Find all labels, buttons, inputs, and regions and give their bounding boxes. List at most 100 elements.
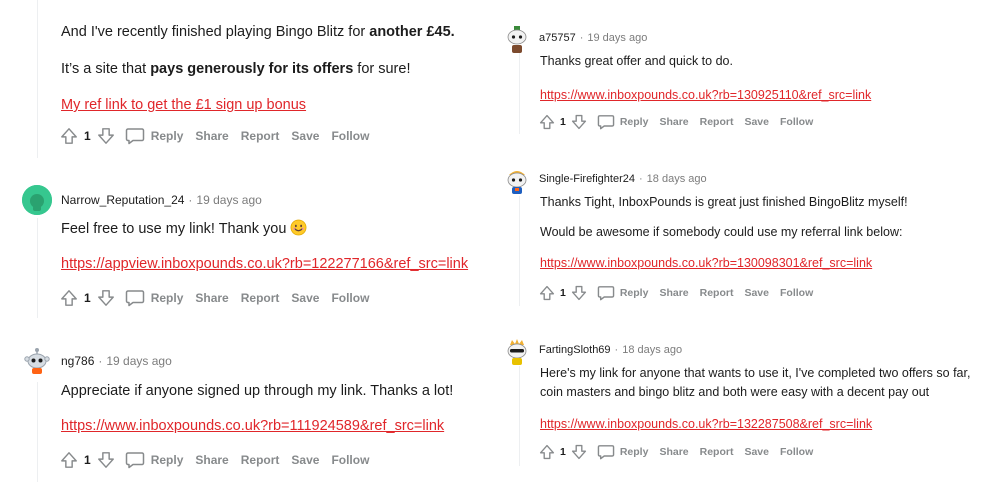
comment-bubble-icon <box>597 285 615 301</box>
share-button[interactable]: Share <box>195 453 228 467</box>
comment-body: Appreciate if anyone signed up through m… <box>61 381 453 435</box>
thread-line[interactable] <box>519 196 520 306</box>
share-button[interactable]: Share <box>659 116 688 128</box>
avatar[interactable] <box>22 346 52 376</box>
save-button[interactable]: Save <box>291 291 319 305</box>
username[interactable]: Narrow_Reputation_24 <box>61 193 184 207</box>
comment-bubble-icon <box>597 114 615 130</box>
vote-count: 1 <box>560 446 566 458</box>
report-button[interactable]: Report <box>241 453 280 467</box>
comment-text: And I've recently finished playing Bingo… <box>61 24 455 40</box>
username[interactable]: ng786 <box>61 354 94 368</box>
comment-text: Thanks Tight, InboxPounds is great just … <box>540 195 908 209</box>
report-button[interactable]: Report <box>241 291 280 305</box>
comment-text: It’s a site that pays generously for its… <box>61 61 411 77</box>
comment-text: Feel free to use my link! Thank you <box>61 219 468 239</box>
thread-line[interactable] <box>37 0 38 158</box>
comment: a75757 · 19 days ago <box>505 22 995 54</box>
comment-bubble-icon <box>125 127 145 145</box>
downvote-icon[interactable] <box>97 289 115 307</box>
upvote-icon[interactable] <box>60 451 78 469</box>
share-button[interactable]: Share <box>195 291 228 305</box>
follow-button[interactable]: Follow <box>780 116 813 128</box>
downvote-icon[interactable] <box>97 127 115 145</box>
ref-link[interactable]: https://www.inboxpounds.co.uk?rb=1300983… <box>540 256 872 270</box>
reply-button[interactable]: Reply <box>597 114 648 130</box>
thread-line[interactable] <box>519 52 520 134</box>
username[interactable]: FartingSloth69 <box>539 344 611 356</box>
avatar[interactable] <box>505 26 529 53</box>
comment-body: Feel free to use my link! Thank you http… <box>61 219 468 273</box>
ref-link[interactable]: https://appview.inboxpounds.co.uk?rb=122… <box>61 256 468 272</box>
downvote-icon[interactable] <box>97 451 115 469</box>
separator: · <box>614 344 619 356</box>
upvote-icon[interactable] <box>539 444 555 460</box>
vote-count: 1 <box>84 291 91 305</box>
follow-button[interactable]: Follow <box>780 446 813 458</box>
username[interactable]: Single-Firefighter24 <box>539 173 635 185</box>
thread-line[interactable] <box>519 366 520 466</box>
share-button[interactable]: Share <box>659 446 688 458</box>
reply-button[interactable]: Reply <box>597 444 648 460</box>
comment-actions: 1 Reply Share Report Save Follow <box>539 110 824 134</box>
separator: · <box>579 32 584 44</box>
comment-header: a75757 · 19 days ago <box>505 22 995 54</box>
thread-line[interactable] <box>37 382 38 482</box>
upvote-icon[interactable] <box>539 285 555 301</box>
reply-button[interactable]: Reply <box>125 127 183 145</box>
reply-button[interactable]: Reply <box>125 289 183 307</box>
follow-button[interactable]: Follow <box>331 291 369 305</box>
timestamp[interactable]: 19 days ago <box>587 32 647 44</box>
comment-header: FartingSloth69 · 18 days ago <box>505 334 995 366</box>
separator: · <box>639 173 643 185</box>
vote-control: 1 <box>539 114 587 130</box>
separator: · <box>98 354 103 368</box>
upvote-icon[interactable] <box>539 114 555 130</box>
ref-link[interactable]: https://www.inboxpounds.co.uk?rb=1322875… <box>540 417 872 431</box>
thread-line[interactable] <box>37 218 38 318</box>
avatar[interactable] <box>505 167 529 194</box>
share-button[interactable]: Share <box>195 129 228 143</box>
vote-control: 1 <box>539 444 587 460</box>
save-button[interactable]: Save <box>291 129 319 143</box>
comment: Narrow_Reputation_24 · 19 days ago <box>22 184 492 216</box>
downvote-icon[interactable] <box>571 444 587 460</box>
save-button[interactable]: Save <box>744 446 769 458</box>
follow-button[interactable]: Follow <box>780 287 813 299</box>
report-button[interactable]: Report <box>700 287 734 299</box>
vote-control: 1 <box>60 289 115 307</box>
timestamp[interactable]: 18 days ago <box>622 344 682 356</box>
timestamp[interactable]: 19 days ago <box>196 193 261 207</box>
upvote-icon[interactable] <box>60 127 78 145</box>
upvote-icon[interactable] <box>60 289 78 307</box>
downvote-icon[interactable] <box>571 114 587 130</box>
save-button[interactable]: Save <box>744 116 769 128</box>
report-button[interactable]: Report <box>700 116 734 128</box>
ref-link[interactable]: My ref link to get the £1 sign up bonus <box>61 97 306 113</box>
timestamp[interactable]: 19 days ago <box>106 354 171 368</box>
ref-link[interactable]: https://www.inboxpounds.co.uk?rb=1119245… <box>61 418 444 434</box>
comment-bubble-icon <box>597 444 615 460</box>
share-button[interactable]: Share <box>659 287 688 299</box>
comment-body: Here's my link for anyone that wants to … <box>540 365 995 433</box>
reply-button[interactable]: Reply <box>125 451 183 469</box>
avatar[interactable] <box>22 185 52 215</box>
comment-top: And I've recently finished playing Bingo… <box>61 22 491 114</box>
downvote-icon[interactable] <box>571 285 587 301</box>
comment-actions: 1 Reply Share Report Save Follow <box>60 448 381 472</box>
save-button[interactable]: Save <box>744 287 769 299</box>
comment-bubble-icon <box>125 451 145 469</box>
save-button[interactable]: Save <box>291 453 319 467</box>
reply-button[interactable]: Reply <box>597 285 648 301</box>
report-button[interactable]: Report <box>700 446 734 458</box>
username[interactable]: a75757 <box>539 32 576 44</box>
follow-button[interactable]: Follow <box>331 453 369 467</box>
timestamp[interactable]: 18 days ago <box>647 173 707 185</box>
comment-header: Single-Firefighter24 · 18 days ago <box>505 163 995 195</box>
comment-header: ng786 · 19 days ago <box>22 345 492 377</box>
smiling-face-icon <box>290 219 307 236</box>
avatar[interactable] <box>505 338 529 365</box>
follow-button[interactable]: Follow <box>331 129 369 143</box>
report-button[interactable]: Report <box>241 129 280 143</box>
ref-link[interactable]: https://www.inboxpounds.co.uk?rb=1309251… <box>540 88 871 102</box>
